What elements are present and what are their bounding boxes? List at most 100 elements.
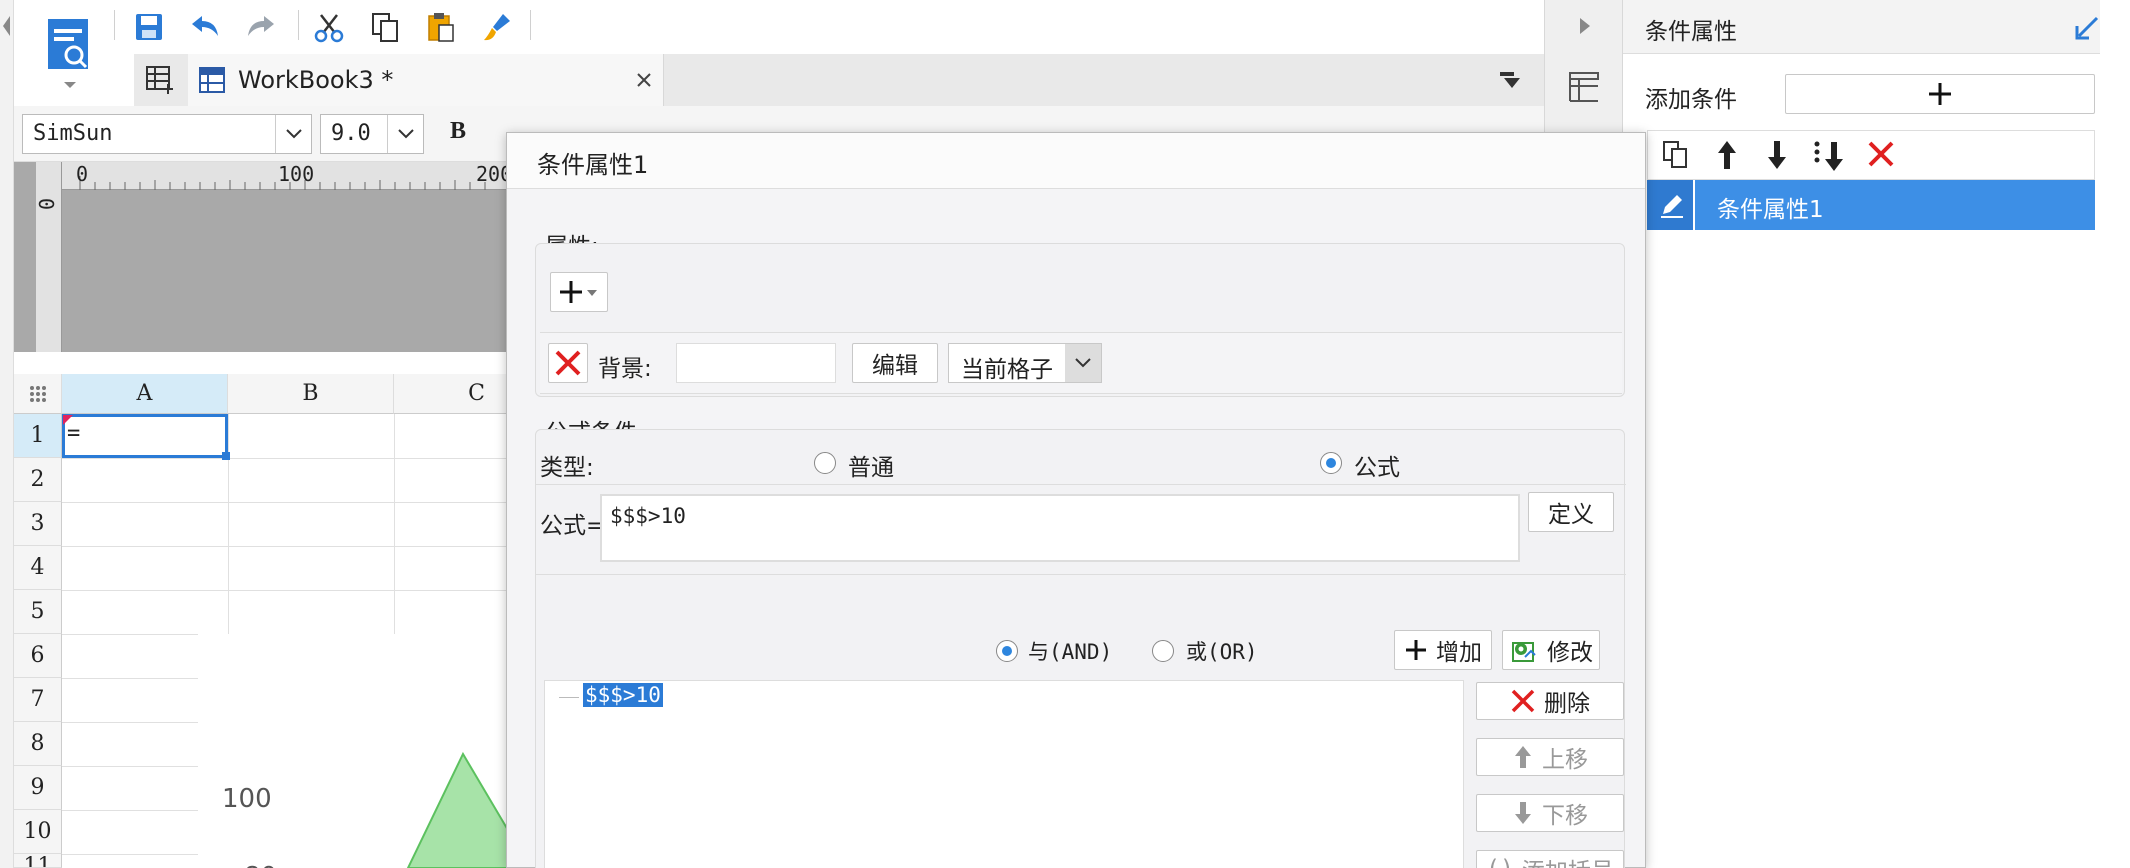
attributes-group: 背景: 编辑 当前格子 xyxy=(535,243,1625,397)
row-header[interactable]: 8 xyxy=(14,722,62,766)
move-down-icon[interactable] xyxy=(1762,139,1792,171)
add-condition-button[interactable] xyxy=(1785,74,2095,114)
add-bracket-label: 添加括号 xyxy=(1522,852,1614,868)
left-collapse-strip[interactable] xyxy=(0,0,14,868)
column-header-a[interactable]: A xyxy=(62,374,228,414)
bracket-icon: () xyxy=(1486,856,1514,868)
or-radio[interactable] xyxy=(1152,640,1174,662)
add-bracket-button[interactable]: () 添加括号 xyxy=(1476,850,1624,868)
dock-icon[interactable] xyxy=(2073,14,2101,42)
main-toolbar xyxy=(14,0,1544,88)
workbook-icon xyxy=(199,67,225,93)
move-to-bottom-icon[interactable] xyxy=(1812,139,1846,173)
background-color-swatch[interactable] xyxy=(676,343,836,383)
font-family-select[interactable]: SimSun xyxy=(22,114,312,154)
background-label: 背景: xyxy=(598,356,652,382)
scope-select[interactable]: 当前格子 xyxy=(948,343,1102,383)
template-dropdown-icon[interactable] xyxy=(62,80,78,90)
move-up-button[interactable]: 上移 xyxy=(1476,738,1624,776)
condition-tree[interactable]: $$$>10 xyxy=(544,680,1464,868)
row-header[interactable]: 9 xyxy=(14,766,62,810)
row-header[interactable]: 4 xyxy=(14,546,62,590)
ruler-label: 0 xyxy=(34,197,59,211)
modify-button-label: 修改 xyxy=(1547,640,1593,666)
row-header[interactable]: 7 xyxy=(14,678,62,722)
delete-icon xyxy=(555,350,581,376)
scope-value: 当前格子 xyxy=(961,357,1053,383)
type-normal-radio[interactable] xyxy=(814,452,836,474)
row-header[interactable]: 5 xyxy=(14,590,62,634)
panel-title: 条件属性 xyxy=(1645,19,1737,45)
dialog-titlebar[interactable]: 条件属性1 xyxy=(507,133,1645,189)
and-label: 与(AND) xyxy=(1028,640,1113,664)
close-tab-icon[interactable] xyxy=(636,72,652,88)
condition-list-toolbar xyxy=(1647,130,2095,180)
edit-button[interactable]: 编辑 xyxy=(852,343,938,383)
formula-label: 公式= xyxy=(540,513,606,539)
row-header[interactable]: 3 xyxy=(14,502,62,546)
condition-list-item[interactable]: 条件属性1 xyxy=(1647,180,2095,230)
delete-icon[interactable] xyxy=(1866,139,1896,169)
y-tick-label: 100 xyxy=(222,784,272,814)
tab-workbook3[interactable]: WorkBook3 * xyxy=(188,54,664,106)
edit-icon[interactable] xyxy=(1647,180,1695,230)
chevron-down-icon[interactable] xyxy=(275,115,311,153)
move-up-label: 上移 xyxy=(1542,747,1588,773)
condition-item-label: 条件属性1 xyxy=(1717,197,1824,223)
plus-icon xyxy=(1929,83,1951,105)
row-header[interactable]: 6 xyxy=(14,634,62,678)
delete-icon xyxy=(1511,689,1535,713)
and-radio[interactable] xyxy=(996,640,1018,662)
format-brush-icon[interactable] xyxy=(478,8,516,46)
row-header[interactable]: 1 xyxy=(14,414,62,458)
modify-button[interactable]: 修改 xyxy=(1502,630,1600,670)
undo-icon[interactable] xyxy=(186,8,224,46)
condition-tree-item[interactable]: $$$>10 xyxy=(583,683,663,707)
remove-attribute-button[interactable] xyxy=(548,343,588,383)
type-formula-label: 公式 xyxy=(1354,455,1400,481)
row-header[interactable]: 11 xyxy=(14,854,62,868)
new-sheet-icon[interactable] xyxy=(140,60,178,98)
paste-icon[interactable] xyxy=(422,8,460,46)
type-normal-label: 普通 xyxy=(848,455,894,481)
add-condition-label: 添加条件 xyxy=(1645,87,1737,113)
redo-icon[interactable] xyxy=(242,8,280,46)
copy-icon[interactable] xyxy=(366,8,404,46)
cut-icon[interactable] xyxy=(310,8,348,46)
expand-right-icon[interactable] xyxy=(1577,16,1593,36)
type-formula-radio[interactable] xyxy=(1320,452,1342,474)
cell-a1[interactable]: = xyxy=(62,414,230,460)
fill-handle[interactable] xyxy=(222,452,230,460)
tab-list-icon[interactable] xyxy=(1496,68,1524,92)
arrow-up-icon xyxy=(1515,746,1531,768)
formula-input[interactable]: $$$>10 xyxy=(600,494,1520,562)
embedded-chart[interactable]: 100 80 xyxy=(198,634,528,868)
select-all-corner[interactable] xyxy=(14,374,62,414)
bold-icon[interactable]: B xyxy=(450,118,466,145)
modify-icon xyxy=(1512,642,1536,662)
chevron-down-icon[interactable] xyxy=(387,115,423,153)
template-icon[interactable] xyxy=(40,10,98,80)
panel-header: 条件属性 xyxy=(1623,0,2101,54)
add-attribute-button[interactable] xyxy=(550,272,608,312)
formula-value: $$$>10 xyxy=(610,504,686,528)
collapse-left-icon[interactable] xyxy=(0,6,14,46)
save-icon[interactable] xyxy=(130,8,168,46)
delete-button[interactable]: 删除 xyxy=(1476,682,1624,720)
or-label: 或(OR) xyxy=(1186,640,1258,664)
tab-label: WorkBook3 * xyxy=(238,66,394,94)
row-header[interactable]: 10 xyxy=(14,810,62,854)
define-button[interactable]: 定义 xyxy=(1528,492,1614,532)
font-size-select[interactable]: 9.0 xyxy=(320,114,424,154)
copy-icon[interactable] xyxy=(1660,139,1692,171)
move-down-button[interactable]: 下移 xyxy=(1476,794,1624,832)
move-up-icon[interactable] xyxy=(1712,139,1742,171)
row-header[interactable]: 2 xyxy=(14,458,62,502)
cell-attribute-icon[interactable] xyxy=(1567,70,1601,104)
chevron-down-icon[interactable] xyxy=(1065,344,1101,382)
column-header-b[interactable]: B xyxy=(228,374,394,414)
arrow-down-icon xyxy=(1515,802,1531,824)
add-button[interactable]: 增加 xyxy=(1394,630,1492,670)
formula-condition-group: 类型: 普通 公式 公式= $$$>10 定义 与(AND) 或(OR) 增加 … xyxy=(535,429,1626,868)
background-attribute-row: 背景: 编辑 当前格子 xyxy=(540,332,1622,394)
